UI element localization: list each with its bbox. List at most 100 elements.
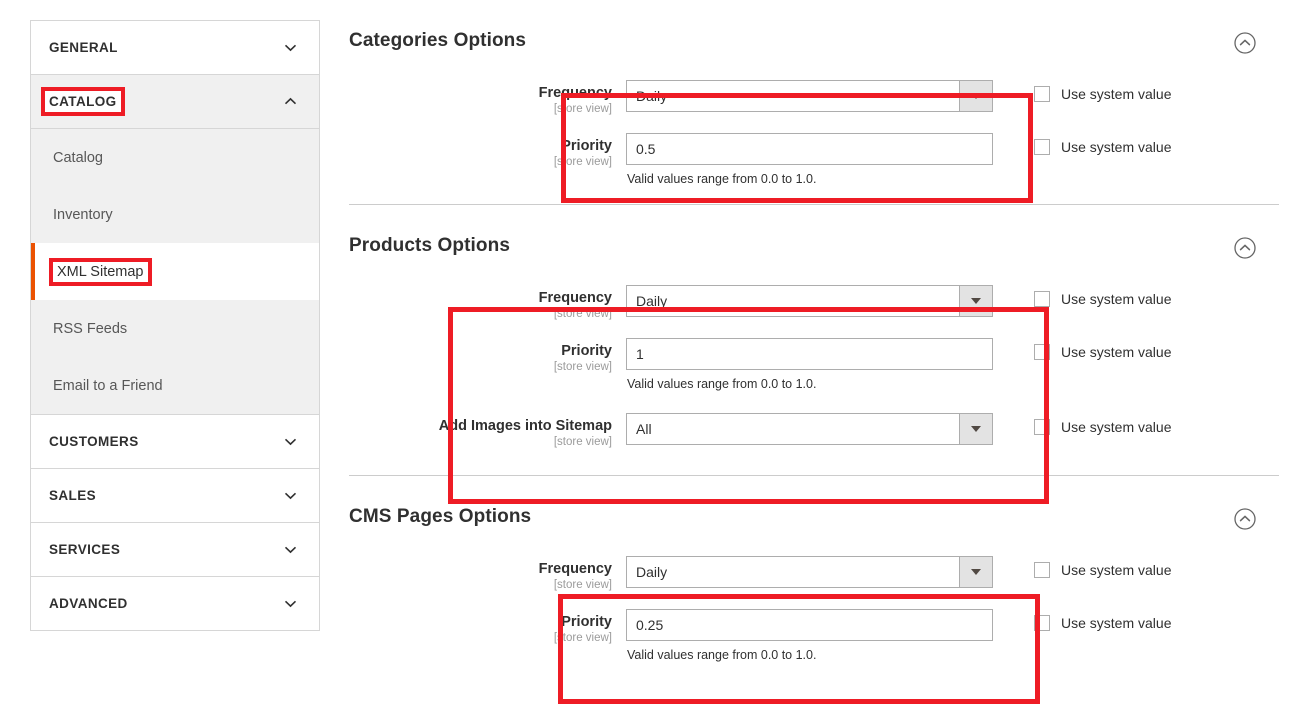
caret-down-icon[interactable] — [959, 286, 992, 316]
select-value: Daily — [627, 564, 667, 580]
caret-down-icon[interactable] — [959, 81, 992, 111]
cms-priority-input[interactable] — [626, 609, 993, 641]
fieldset-header-cms-pages[interactable]: CMS Pages Options — [349, 476, 1279, 540]
sidebar-item-email-to-a-friend[interactable]: Email to a Friend — [31, 357, 319, 414]
sidebar-section-services[interactable]: SERVICES — [31, 522, 319, 576]
chevron-down-icon — [284, 543, 297, 556]
priority-range-note: Valid values range from 0.0 to 1.0. — [626, 172, 993, 186]
field-control: Valid values range from 0.0 to 1.0. — [626, 338, 993, 391]
caret-down-icon[interactable] — [959, 414, 992, 444]
cms-priority-use-system-value[interactable]: Use system value — [1034, 615, 1171, 631]
fieldset-products-options: Products Options Frequency [store view] … — [349, 205, 1279, 476]
field-control: Daily — [626, 556, 993, 588]
products-priority-use-system-value[interactable]: Use system value — [1034, 344, 1171, 360]
cms-frequency-select[interactable]: Daily — [626, 556, 993, 588]
checkbox-unchecked-icon[interactable] — [1034, 86, 1050, 102]
field-label-text: Frequency — [349, 561, 612, 578]
checkbox-unchecked-icon[interactable] — [1034, 615, 1050, 631]
categories-frequency-select[interactable]: Daily — [626, 80, 993, 112]
field-label-priority: Priority [store view] — [349, 609, 626, 646]
priority-range-note: Valid values range from 0.0 to 1.0. — [626, 377, 993, 391]
sidebar-section-catalog[interactable]: CATALOG — [31, 74, 319, 128]
field-row-products-add-images: Add Images into Sitemap [store view] All… — [349, 413, 1279, 450]
sidebar-catalog-subitems: Catalog Inventory XML Sitemap RSS Feeds … — [31, 128, 319, 414]
sidebar-section-general[interactable]: GENERAL — [31, 20, 319, 74]
checkbox-unchecked-icon[interactable] — [1034, 562, 1050, 578]
use-system-value-label: Use system value — [1061, 419, 1171, 435]
checkbox-unchecked-icon[interactable] — [1034, 419, 1050, 435]
field-row-products-frequency: Frequency [store view] Daily Use system … — [349, 285, 1279, 322]
products-add-images-select[interactable]: All — [626, 413, 993, 445]
sidebar-section-label: CUSTOMERS — [49, 434, 139, 449]
chevron-down-icon — [284, 41, 297, 54]
sidebar-section-label: SERVICES — [49, 542, 120, 557]
sidebar-item-label: XML Sitemap — [53, 262, 148, 282]
chevron-down-icon — [284, 489, 297, 502]
field-label-frequency: Frequency [store view] — [349, 80, 626, 117]
field-label-frequency: Frequency [store view] — [349, 556, 626, 593]
sidebar-item-label: Inventory — [53, 207, 113, 223]
chevron-down-icon — [284, 597, 297, 610]
categories-priority-use-system-value[interactable]: Use system value — [1034, 139, 1171, 155]
sidebar-item-inventory[interactable]: Inventory — [31, 186, 319, 243]
fieldset-header-categories[interactable]: Categories Options — [349, 0, 1279, 64]
products-frequency-use-system-value[interactable]: Use system value — [1034, 291, 1171, 307]
chevron-up-circle-icon[interactable] — [1234, 32, 1256, 54]
field-label-add-images-into-sitemap: Add Images into Sitemap [store view] — [349, 413, 626, 450]
field-after: Use system value — [993, 556, 1171, 578]
field-row-products-priority: Priority [store view] Valid values range… — [349, 338, 1279, 391]
field-row-cms-frequency: Frequency [store view] Daily Use system … — [349, 556, 1279, 593]
section-title: Products Options — [349, 235, 510, 256]
sidebar-item-label: Catalog — [53, 150, 103, 166]
categories-frequency-use-system-value[interactable]: Use system value — [1034, 86, 1171, 102]
field-scope-text: [store view] — [349, 435, 612, 450]
field-after: Use system value — [993, 80, 1171, 102]
use-system-value-label: Use system value — [1061, 86, 1171, 102]
priority-range-note: Valid values range from 0.0 to 1.0. — [626, 648, 993, 662]
chevron-up-icon — [284, 95, 297, 108]
caret-down-icon[interactable] — [959, 557, 992, 587]
section-title: Categories Options — [349, 30, 526, 51]
sidebar-section-label: SALES — [49, 488, 96, 503]
field-after: Use system value — [993, 413, 1171, 435]
sidebar-section-label: ADVANCED — [49, 596, 128, 611]
sidebar-section-customers[interactable]: CUSTOMERS — [31, 414, 319, 468]
products-frequency-select[interactable]: Daily — [626, 285, 993, 317]
field-label-text: Frequency — [349, 290, 612, 307]
use-system-value-label: Use system value — [1061, 344, 1171, 360]
field-label-text: Priority — [349, 138, 612, 155]
sidebar-item-rss-feeds[interactable]: RSS Feeds — [31, 300, 319, 357]
field-control: Valid values range from 0.0 to 1.0. — [626, 133, 993, 186]
select-value: Daily — [627, 88, 667, 104]
field-label-priority: Priority [store view] — [349, 133, 626, 170]
cms-frequency-use-system-value[interactable]: Use system value — [1034, 562, 1171, 578]
sidebar-item-catalog[interactable]: Catalog — [31, 129, 319, 186]
fieldset-header-products[interactable]: Products Options — [349, 205, 1279, 269]
fieldset-cms-pages-options: CMS Pages Options Frequency [store view]… — [349, 476, 1279, 662]
sidebar-item-label: RSS Feeds — [53, 321, 127, 337]
field-after: Use system value — [993, 338, 1171, 360]
field-scope-text: [store view] — [349, 155, 612, 170]
sidebar-item-xml-sitemap[interactable]: XML Sitemap — [31, 243, 319, 300]
categories-priority-input[interactable] — [626, 133, 993, 165]
chevron-up-circle-icon[interactable] — [1234, 237, 1256, 259]
field-control: Valid values range from 0.0 to 1.0. — [626, 609, 993, 662]
checkbox-unchecked-icon[interactable] — [1034, 139, 1050, 155]
field-label-text: Priority — [349, 343, 612, 360]
sidebar-section-advanced[interactable]: ADVANCED — [31, 576, 319, 630]
chevron-up-circle-icon[interactable] — [1234, 508, 1256, 530]
sidebar-section-label: GENERAL — [49, 40, 118, 55]
select-value: Daily — [627, 293, 667, 309]
field-scope-text: [store view] — [349, 578, 612, 593]
products-add-images-use-system-value[interactable]: Use system value — [1034, 419, 1171, 435]
chevron-down-icon — [284, 435, 297, 448]
checkbox-unchecked-icon[interactable] — [1034, 344, 1050, 360]
use-system-value-label: Use system value — [1061, 615, 1171, 631]
checkbox-unchecked-icon[interactable] — [1034, 291, 1050, 307]
sidebar-section-sales[interactable]: SALES — [31, 468, 319, 522]
products-priority-input[interactable] — [626, 338, 993, 370]
field-label-priority: Priority [store view] — [349, 338, 626, 375]
field-after: Use system value — [993, 133, 1171, 155]
field-control: All — [626, 413, 993, 445]
use-system-value-label: Use system value — [1061, 562, 1171, 578]
